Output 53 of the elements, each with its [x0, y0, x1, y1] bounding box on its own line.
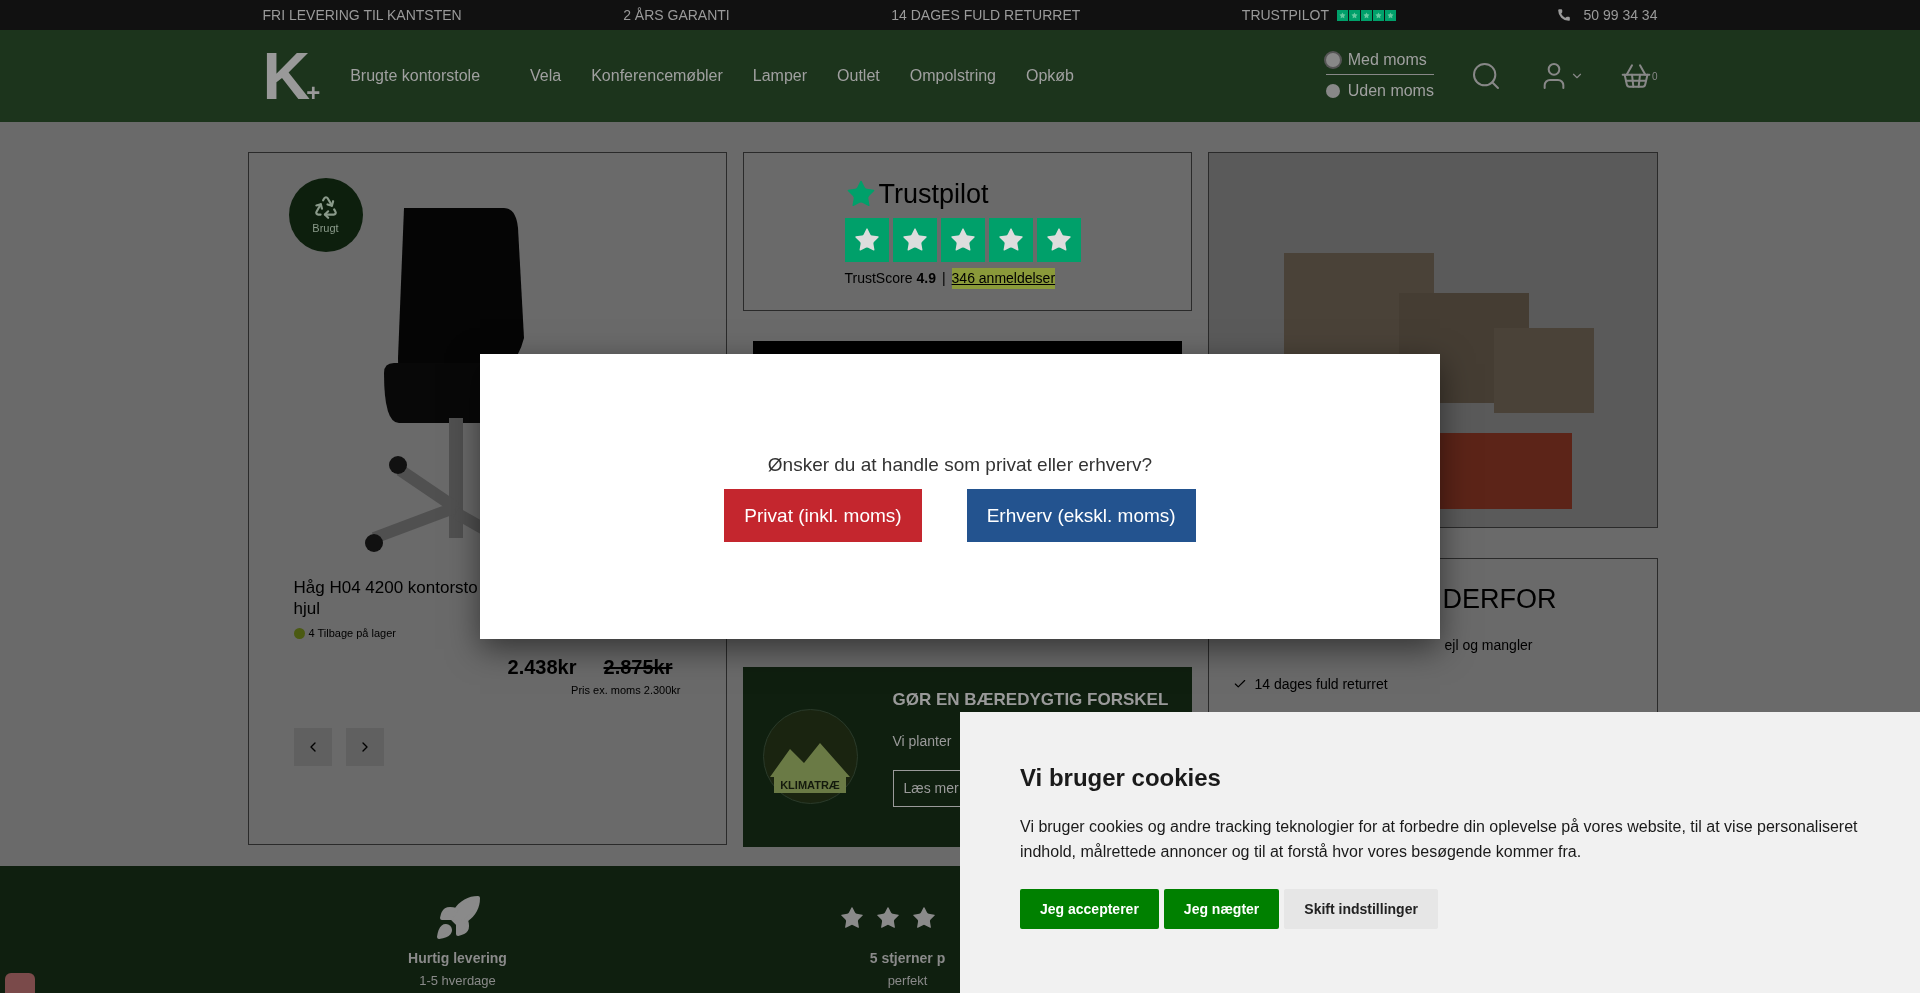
tree-logo-drawing: KLIMATRÆ [762, 709, 858, 804]
price-ex-vat: Pris ex. moms 2.300kr [570, 682, 681, 698]
logo[interactable]: K+ [262, 49, 321, 103]
star-icon [1372, 9, 1384, 21]
trustscore-value: 4.9 [916, 269, 936, 289]
why-heading: DERFOR [1442, 583, 1558, 616]
usp-text: 2 ÅRS GARANTI [623, 5, 730, 25]
usp-text: 14 DAGES FULD RETURRET [891, 5, 1081, 25]
star-icon [1336, 9, 1348, 21]
feature-subtitle: 1-5 hverdage [419, 972, 496, 990]
star-icon [1348, 9, 1360, 21]
star-icon [1360, 9, 1372, 21]
price: 2.438kr [507, 654, 577, 680]
cookie-button[interactable]: Jeg nægter [1163, 889, 1280, 929]
nav-link[interactable]: Opkøb [1026, 64, 1074, 88]
customer-type-button[interactable]: Privat (inkl. moms) [724, 489, 922, 543]
cookie-text: Vi bruger cookies og andre tracking teknologier for at forbedre din oplevelse på vores website, til at vise personaliseret indhold, målrettede annoncer og til at forstå hvor vores besøgende kommer fra. [1020, 817, 1859, 862]
benefit-text: 14 dages fuld returret [1254, 674, 1388, 694]
feature-subtitle: perfekt [887, 972, 928, 990]
feature-title: Hurtig levering [408, 949, 507, 968]
climate-text: Vi planter [892, 731, 953, 751]
trustscore-label: TrustScore [844, 269, 913, 289]
trustpilot-logo[interactable]: Trustpilot [844, 173, 1191, 215]
nav-link[interactable]: Konferencemøbler [591, 64, 723, 88]
phone-icon [1557, 8, 1572, 22]
cookie-title: Vi bruger cookies [1020, 763, 1222, 793]
reviews-link[interactable]: 346 anmeldelser [951, 268, 1056, 290]
nav-link[interactable]: Ompolstring [909, 64, 996, 88]
stock-text: 4 Tilbage på lager [308, 626, 396, 641]
dialog-question: Ønsker du at handle som privat eller erhverv? [767, 452, 1153, 477]
nav-link[interactable]: Lamper [752, 64, 808, 88]
old-price: 2.875kr [603, 654, 673, 680]
usp-text: FRI LEVERING TIL KANTSTEN [262, 5, 462, 25]
cookie-button[interactable]: Skift indstillinger [1284, 889, 1438, 929]
climate-heading: GØR EN BÆREDYGTIG FORSKEL [892, 689, 1169, 711]
previous-button[interactable] [293, 728, 332, 766]
trustpilot-label: TRUSTPILOT [1241, 5, 1329, 25]
benefit-text: ejl og mangler [1444, 635, 1533, 655]
nav-link[interactable]: Outlet [837, 64, 880, 88]
cookie-button[interactable]: Jeg accepterer [1020, 889, 1159, 929]
used-badge: Brugt [288, 178, 363, 252]
separator-text: | [941, 269, 946, 289]
star-icon [1384, 9, 1396, 21]
nav-link[interactable]: Brugte kontorstole [350, 64, 481, 88]
nav-link[interactable]: Vela [530, 64, 562, 88]
next-button[interactable] [345, 728, 384, 766]
check-icon [1232, 677, 1247, 691]
feature-title: 5 stjerner p [869, 949, 946, 968]
cart-button[interactable]: 0 [1619, 60, 1658, 92]
vat-radio[interactable]: Uden moms [1325, 78, 1434, 105]
phone-number[interactable]: 50 99 34 34 [1583, 4, 1658, 26]
vat-radio[interactable]: Med moms [1325, 47, 1434, 75]
customer-type-button[interactable]: Erhverv (ekskl. moms) [966, 489, 1196, 543]
